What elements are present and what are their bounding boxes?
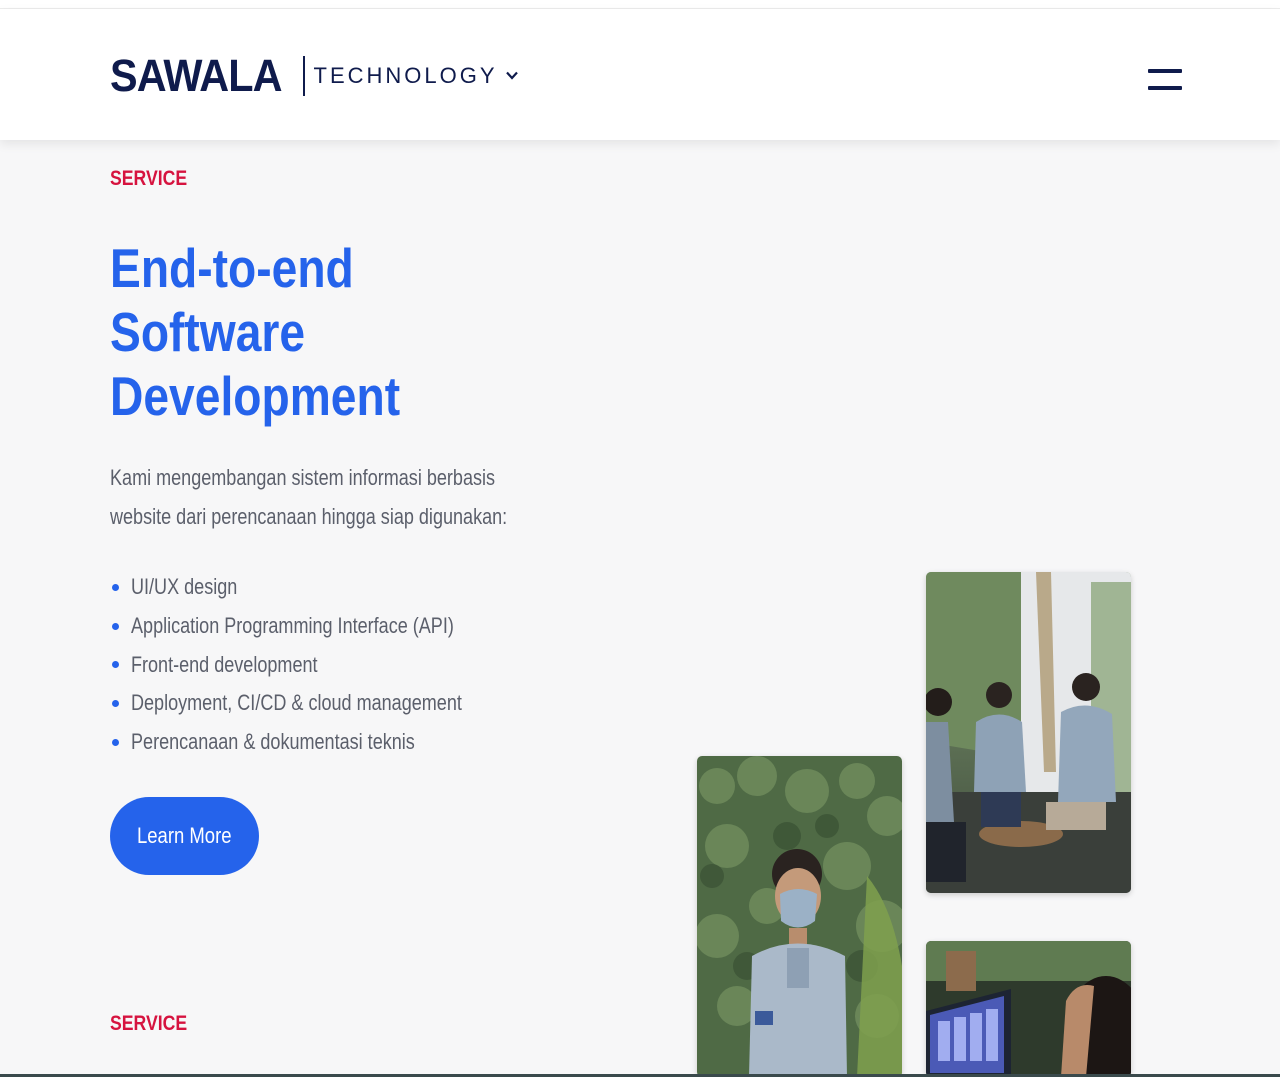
hamburger-menu-icon[interactable] [1146, 65, 1184, 97]
list-item: Deployment, CI/CD & cloud management [112, 684, 535, 723]
learn-more-button[interactable]: Learn More [110, 797, 259, 875]
description-line-2: website dari perencanaan hingga siap dig… [110, 504, 508, 529]
section-eyebrow: SERVICE [110, 167, 188, 190]
menu-bar-top [1148, 69, 1182, 73]
bullet-icon [112, 699, 119, 707]
title-line-3: Development [110, 365, 401, 427]
site-header: SAWALA TECHNOLOGY [0, 9, 1280, 140]
learn-more-label: Learn More [137, 823, 232, 848]
bullet-icon [112, 661, 119, 669]
developer-portrait-photo [697, 756, 902, 1077]
bullet-icon [112, 583, 119, 591]
bullet-icon [112, 622, 119, 630]
chevron-down-icon [505, 71, 518, 80]
title-line-2: Software [110, 301, 306, 363]
list-item: Application Programming Interface (API) [112, 607, 535, 646]
laptop-work-photo [926, 941, 1131, 1077]
section-title: End-to-end Software Development [110, 236, 530, 428]
bullet-icon [112, 738, 119, 746]
list-item: Perencanaan & dokumentasi teknis [112, 723, 535, 762]
division-label: TECHNOLOGY [313, 62, 498, 88]
brand-name: SAWALA [110, 50, 283, 101]
team-meeting-photo [926, 572, 1131, 893]
brand-logo[interactable]: SAWALA TECHNOLOGY [110, 53, 518, 98]
description-line-1: Kami mengembangan sistem informasi berba… [110, 465, 496, 490]
feature-list: UI/UX design Application Programming Int… [112, 568, 535, 761]
title-line-1: End-to-end [110, 237, 354, 299]
division-selector[interactable]: TECHNOLOGY [313, 62, 518, 88]
next-section-eyebrow: SERVICE [110, 1012, 188, 1035]
top-edge [0, 0, 1280, 9]
list-item: UI/UX design [112, 568, 535, 607]
list-item: Front-end development [112, 645, 535, 684]
menu-bar-bottom [1148, 86, 1182, 90]
logo-divider [302, 55, 305, 96]
section-description: Kami mengembangan sistem informasi berba… [110, 458, 536, 536]
